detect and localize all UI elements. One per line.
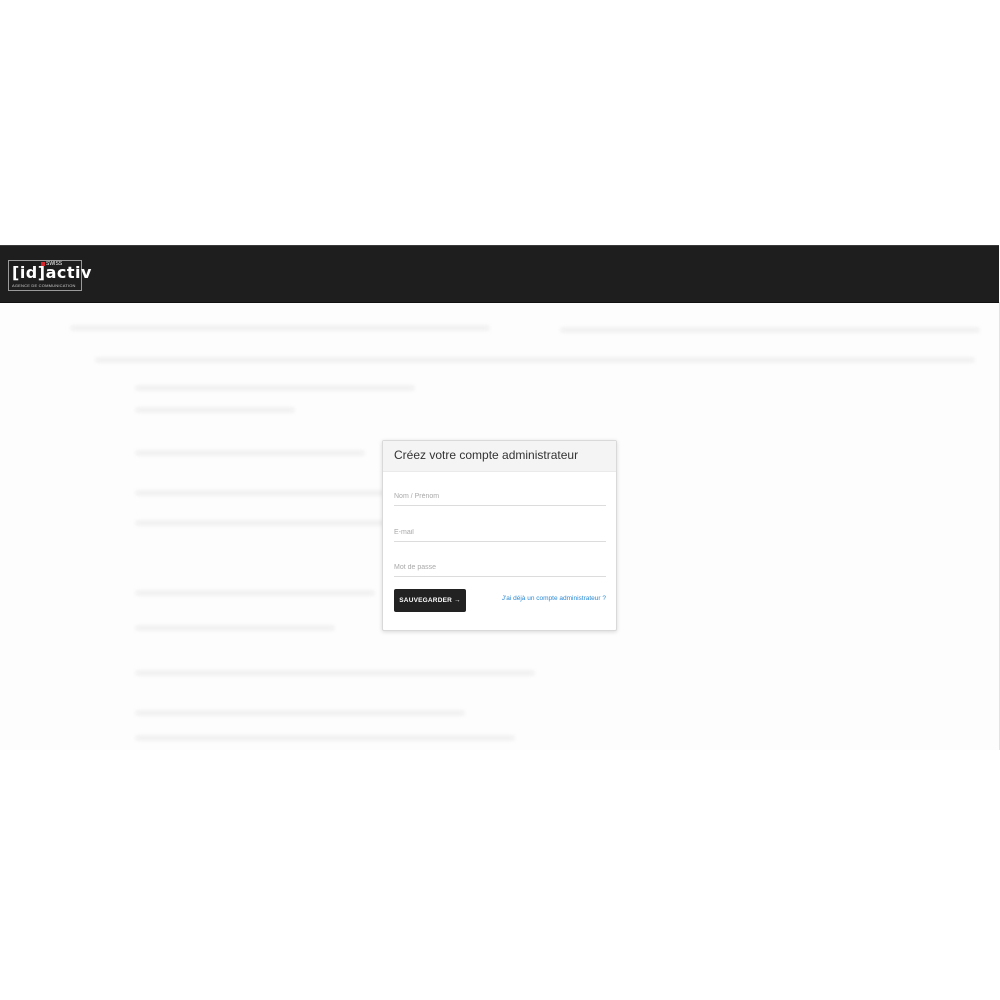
background-content	[70, 325, 490, 331]
background-content	[135, 670, 535, 676]
background-content	[135, 735, 515, 741]
canvas: [id]activ SWISS AGENCE DE COMMUNICATION …	[0, 0, 1000, 1000]
brand-logo[interactable]: [id]activ SWISS AGENCE DE COMMUNICATION	[8, 260, 91, 291]
logo-swiss-badge: SWISS	[41, 261, 62, 267]
background-content	[135, 710, 465, 716]
top-navbar: [id]activ SWISS AGENCE DE COMMUNICATION	[0, 245, 999, 303]
create-admin-dialog: Créez votre compte administrateur SAUVEG…	[382, 440, 617, 631]
background-content	[560, 327, 980, 333]
swiss-flag-icon	[41, 261, 45, 266]
background-content	[95, 357, 975, 363]
background-content	[135, 450, 365, 456]
dialog-header: Créez votre compte administrateur	[383, 441, 616, 472]
background-content	[135, 407, 295, 413]
logo-tagline: AGENCE DE COMMUNICATION	[12, 283, 76, 288]
name-input[interactable]	[394, 487, 606, 506]
logo-swiss-text: SWISS	[46, 261, 63, 267]
email-input[interactable]	[394, 523, 606, 542]
background-content	[135, 590, 375, 596]
password-input[interactable]	[394, 558, 606, 577]
background-content	[135, 385, 415, 391]
background-content	[135, 625, 335, 631]
app-screen: [id]activ SWISS AGENCE DE COMMUNICATION …	[0, 245, 1000, 750]
dialog-title: Créez votre compte administrateur	[394, 448, 579, 462]
save-button[interactable]: SAUVEGARDER →	[394, 589, 466, 612]
existing-admin-link[interactable]: J'ai déjà un compte administrateur ?	[502, 595, 606, 602]
